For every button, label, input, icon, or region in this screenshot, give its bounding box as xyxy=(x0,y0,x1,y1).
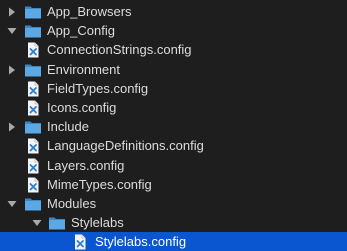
tree-row-modules[interactable]: Modules xyxy=(0,194,347,214)
tree-item-label: MimeTypes.config xyxy=(47,176,152,192)
config-file-icon xyxy=(24,100,42,116)
tree-item-label: ConnectionStrings.config xyxy=(47,42,192,58)
folder-icon xyxy=(24,119,42,135)
tree-row-include[interactable]: Include xyxy=(0,117,347,137)
tree-item-label: Environment xyxy=(47,61,120,77)
tree-row-connectionstrings-config[interactable]: ConnectionStrings.config xyxy=(0,40,347,60)
tree-item-label: LanguageDefinitions.config xyxy=(47,138,204,154)
tree-item-label: FieldTypes.config xyxy=(47,80,149,96)
config-file-icon xyxy=(24,177,42,193)
config-file-icon xyxy=(24,81,42,97)
folder-icon xyxy=(24,62,42,78)
config-file-icon xyxy=(24,42,42,58)
tree-row-fieldtypes-config[interactable]: FieldTypes.config xyxy=(0,79,347,99)
tree-row-layers-config[interactable]: Layers.config xyxy=(0,156,347,176)
chevron-right-icon[interactable] xyxy=(6,117,18,137)
config-file-icon xyxy=(24,138,42,154)
tree-item-label: Include xyxy=(47,119,89,135)
file-tree: App_Browsers App_Config ConnectionString… xyxy=(0,0,347,251)
tree-item-label: Modules xyxy=(47,196,97,211)
chevron-right-icon[interactable] xyxy=(6,60,18,80)
folder-icon xyxy=(24,196,42,212)
tree-row-mimetypes-config[interactable]: MimeTypes.config xyxy=(0,175,347,195)
folder-icon xyxy=(24,23,42,39)
config-file-icon xyxy=(24,158,42,174)
tree-row-stylelabs[interactable]: Stylelabs xyxy=(0,213,347,233)
tree-item-label: Stylelabs xyxy=(71,215,124,231)
tree-item-label: Stylelabs.config xyxy=(95,234,187,250)
tree-item-label: Icons.config xyxy=(47,100,117,115)
tree-item-label: App_Browsers xyxy=(47,4,132,19)
tree-row-app-config[interactable]: App_Config xyxy=(0,21,347,41)
chevron-right-icon[interactable] xyxy=(6,2,18,22)
tree-item-label: Layers.config xyxy=(47,157,125,173)
tree-row-icons-config[interactable]: Icons.config xyxy=(0,98,347,118)
chevron-down-icon[interactable] xyxy=(31,213,43,233)
config-file-icon xyxy=(71,234,89,250)
folder-icon xyxy=(48,215,66,231)
tree-row-environment[interactable]: Environment xyxy=(0,60,347,80)
tree-row-stylelabs-config[interactable]: Stylelabs.config xyxy=(0,232,347,251)
tree-item-label: App_Config xyxy=(47,23,115,39)
tree-row-app-browsers[interactable]: App_Browsers xyxy=(0,2,347,22)
folder-icon xyxy=(24,4,42,20)
chevron-down-icon[interactable] xyxy=(6,21,18,41)
tree-row-languagedefinitions-config[interactable]: LanguageDefinitions.config xyxy=(0,136,347,156)
chevron-down-icon[interactable] xyxy=(6,194,18,214)
